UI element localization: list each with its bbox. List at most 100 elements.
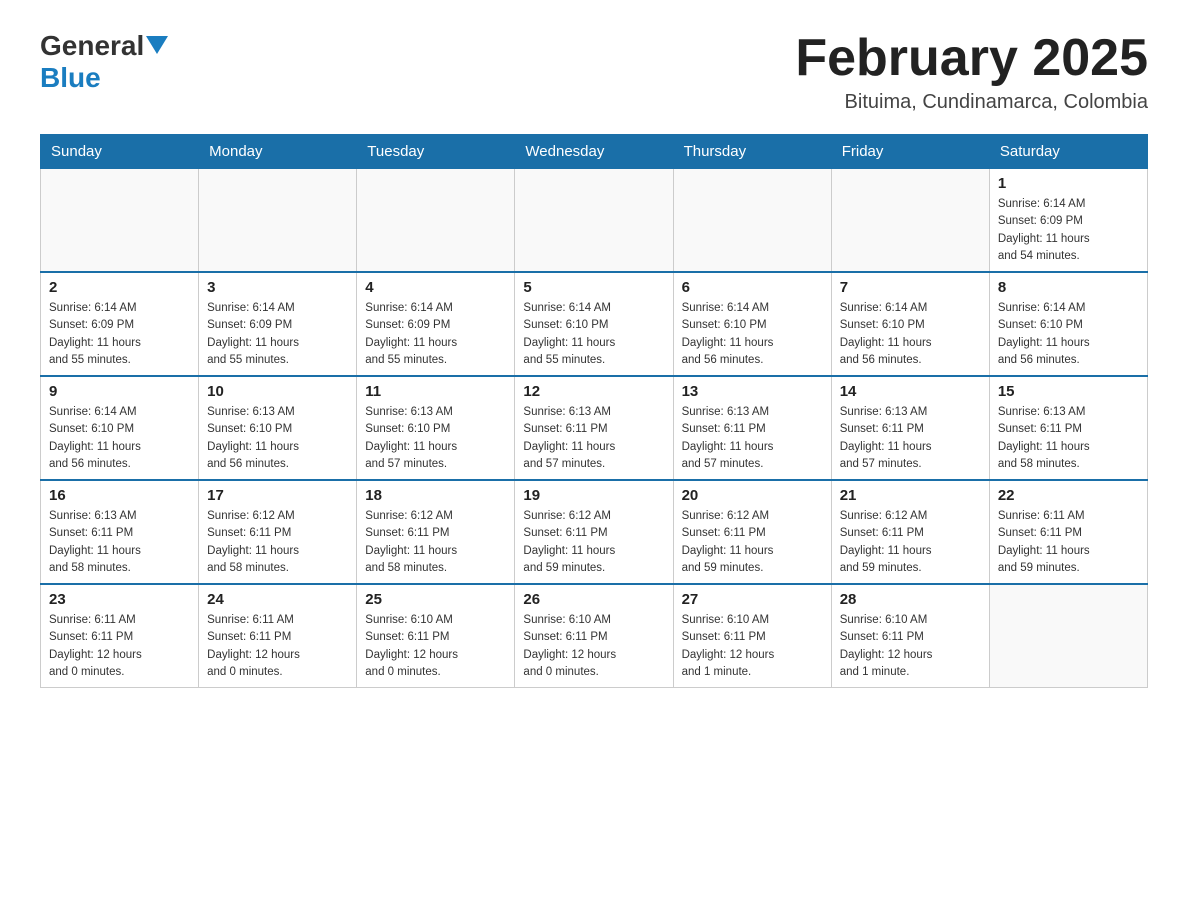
calendar-cell (357, 169, 515, 273)
calendar-cell: 6 Sunrise: 6:14 AM Sunset: 6:10 PM Daylig… (673, 272, 831, 376)
day-info: Sunrise: 6:13 AM Sunset: 6:10 PM Dayligh… (365, 404, 506, 473)
calendar-header-row: SundayMondayTuesdayWednesdayThursdayFrid… (41, 135, 1148, 169)
day-info: Sunrise: 6:13 AM Sunset: 6:11 PM Dayligh… (998, 404, 1139, 473)
day-number: 16 (49, 487, 190, 504)
day-info: Sunrise: 6:14 AM Sunset: 6:10 PM Dayligh… (998, 300, 1139, 369)
day-number: 5 (523, 279, 664, 296)
calendar-cell: 19 Sunrise: 6:12 AM Sunset: 6:11 PM Dayli… (515, 480, 673, 584)
calendar-week-row: 1 Sunrise: 6:14 AM Sunset: 6:09 PM Daylig… (41, 169, 1148, 273)
day-number: 20 (682, 487, 823, 504)
day-info: Sunrise: 6:13 AM Sunset: 6:11 PM Dayligh… (682, 404, 823, 473)
calendar-cell: 16 Sunrise: 6:13 AM Sunset: 6:11 PM Dayli… (41, 480, 199, 584)
day-number: 6 (682, 279, 823, 296)
day-number: 21 (840, 487, 981, 504)
calendar-cell: 28 Sunrise: 6:10 AM Sunset: 6:11 PM Dayli… (831, 584, 989, 688)
calendar-week-row: 2Sunrise: 6:14 AM Sunset: 6:09 PM Daylig… (41, 272, 1148, 376)
weekday-header-tuesday: Tuesday (357, 135, 515, 169)
day-info: Sunrise: 6:13 AM Sunset: 6:11 PM Dayligh… (49, 508, 190, 577)
logo-blue-text: Blue (40, 62, 101, 93)
day-info: Sunrise: 6:14 AM Sunset: 6:10 PM Dayligh… (523, 300, 664, 369)
day-number: 15 (998, 383, 1139, 400)
day-number: 4 (365, 279, 506, 296)
day-info: Sunrise: 6:10 AM Sunset: 6:11 PM Dayligh… (682, 612, 823, 681)
title-area: February 2025 Bituima, Cundinamarca, Col… (795, 30, 1148, 114)
calendar-cell: 22 Sunrise: 6:11 AM Sunset: 6:11 PM Dayli… (989, 480, 1147, 584)
day-info: Sunrise: 6:12 AM Sunset: 6:11 PM Dayligh… (207, 508, 348, 577)
calendar-cell: 8 Sunrise: 6:14 AM Sunset: 6:10 PM Daylig… (989, 272, 1147, 376)
day-number: 22 (998, 487, 1139, 504)
calendar-cell: 26Sunrise: 6:10 AM Sunset: 6:11 PM Dayli… (515, 584, 673, 688)
weekday-header-monday: Monday (199, 135, 357, 169)
calendar-cell: 3 Sunrise: 6:14 AM Sunset: 6:09 PM Daylig… (199, 272, 357, 376)
logo: General Blue (40, 30, 168, 94)
calendar-cell: 25 Sunrise: 6:10 AM Sunset: 6:11 PM Dayli… (357, 584, 515, 688)
day-number: 1 (998, 175, 1139, 192)
calendar-cell: 23 Sunrise: 6:11 AM Sunset: 6:11 PM Dayli… (41, 584, 199, 688)
calendar-cell (515, 169, 673, 273)
calendar-week-row: 9 Sunrise: 6:14 AM Sunset: 6:10 PM Daylig… (41, 376, 1148, 480)
weekday-header-thursday: Thursday (673, 135, 831, 169)
day-info: Sunrise: 6:12 AM Sunset: 6:11 PM Dayligh… (682, 508, 823, 577)
day-number: 26 (523, 591, 664, 608)
calendar-cell (673, 169, 831, 273)
day-info: Sunrise: 6:11 AM Sunset: 6:11 PM Dayligh… (998, 508, 1139, 577)
day-info: Sunrise: 6:14 AM Sunset: 6:09 PM Dayligh… (207, 300, 348, 369)
day-info: Sunrise: 6:10 AM Sunset: 6:11 PM Dayligh… (840, 612, 981, 681)
day-info: Sunrise: 6:13 AM Sunset: 6:11 PM Dayligh… (523, 404, 664, 473)
day-number: 8 (998, 279, 1139, 296)
day-number: 23 (49, 591, 190, 608)
day-number: 18 (365, 487, 506, 504)
calendar-cell: 4 Sunrise: 6:14 AM Sunset: 6:09 PM Daylig… (357, 272, 515, 376)
logo-general-text: General (40, 30, 144, 62)
calendar-cell: 1 Sunrise: 6:14 AM Sunset: 6:09 PM Daylig… (989, 169, 1147, 273)
day-number: 24 (207, 591, 348, 608)
day-number: 10 (207, 383, 348, 400)
calendar-cell: 17 Sunrise: 6:12 AM Sunset: 6:11 PM Dayli… (199, 480, 357, 584)
weekday-header-saturday: Saturday (989, 135, 1147, 169)
calendar-cell: 21 Sunrise: 6:12 AM Sunset: 6:11 PM Dayli… (831, 480, 989, 584)
day-info: Sunrise: 6:11 AM Sunset: 6:11 PM Dayligh… (49, 612, 190, 681)
day-number: 7 (840, 279, 981, 296)
calendar-cell: 11 Sunrise: 6:13 AM Sunset: 6:10 PM Dayli… (357, 376, 515, 480)
day-info: Sunrise: 6:12 AM Sunset: 6:11 PM Dayligh… (365, 508, 506, 577)
calendar-cell: 5 Sunrise: 6:14 AM Sunset: 6:10 PM Daylig… (515, 272, 673, 376)
day-info: Sunrise: 6:10 AM Sunset: 6:11 PM Dayligh… (365, 612, 506, 681)
day-info: Sunrise: 6:12 AM Sunset: 6:11 PM Dayligh… (523, 508, 664, 577)
weekday-header-wednesday: Wednesday (515, 135, 673, 169)
calendar-week-row: 23 Sunrise: 6:11 AM Sunset: 6:11 PM Dayli… (41, 584, 1148, 688)
calendar-week-row: 16 Sunrise: 6:13 AM Sunset: 6:11 PM Dayli… (41, 480, 1148, 584)
weekday-header-sunday: Sunday (41, 135, 199, 169)
calendar-cell: 7Sunrise: 6:14 AM Sunset: 6:10 PM Daylig… (831, 272, 989, 376)
calendar-cell (199, 169, 357, 273)
calendar-subtitle: Bituima, Cundinamarca, Colombia (795, 91, 1148, 114)
day-info: Sunrise: 6:14 AM Sunset: 6:09 PM Dayligh… (49, 300, 190, 369)
day-number: 25 (365, 591, 506, 608)
calendar-cell: 9 Sunrise: 6:14 AM Sunset: 6:10 PM Daylig… (41, 376, 199, 480)
weekday-header-friday: Friday (831, 135, 989, 169)
calendar-title: February 2025 (795, 30, 1148, 87)
calendar-cell: 14Sunrise: 6:13 AM Sunset: 6:11 PM Dayli… (831, 376, 989, 480)
day-number: 11 (365, 383, 506, 400)
day-info: Sunrise: 6:14 AM Sunset: 6:10 PM Dayligh… (682, 300, 823, 369)
day-info: Sunrise: 6:14 AM Sunset: 6:09 PM Dayligh… (365, 300, 506, 369)
day-number: 3 (207, 279, 348, 296)
day-number: 9 (49, 383, 190, 400)
day-number: 19 (523, 487, 664, 504)
day-info: Sunrise: 6:14 AM Sunset: 6:10 PM Dayligh… (49, 404, 190, 473)
day-info: Sunrise: 6:14 AM Sunset: 6:09 PM Dayligh… (998, 196, 1139, 265)
calendar-cell: 13Sunrise: 6:13 AM Sunset: 6:11 PM Dayli… (673, 376, 831, 480)
calendar-cell: 18 Sunrise: 6:12 AM Sunset: 6:11 PM Dayli… (357, 480, 515, 584)
calendar-cell: 20 Sunrise: 6:12 AM Sunset: 6:11 PM Dayli… (673, 480, 831, 584)
day-number: 17 (207, 487, 348, 504)
page-header: General Blue February 2025 Bituima, Cund… (40, 30, 1148, 114)
calendar-cell: 12 Sunrise: 6:13 AM Sunset: 6:11 PM Dayli… (515, 376, 673, 480)
day-info: Sunrise: 6:12 AM Sunset: 6:11 PM Dayligh… (840, 508, 981, 577)
day-number: 12 (523, 383, 664, 400)
day-info: Sunrise: 6:11 AM Sunset: 6:11 PM Dayligh… (207, 612, 348, 681)
calendar-cell: 24 Sunrise: 6:11 AM Sunset: 6:11 PM Dayli… (199, 584, 357, 688)
calendar-cell: 15 Sunrise: 6:13 AM Sunset: 6:11 PM Dayli… (989, 376, 1147, 480)
calendar-cell (41, 169, 199, 273)
calendar-table: SundayMondayTuesdayWednesdayThursdayFrid… (40, 134, 1148, 688)
day-number: 28 (840, 591, 981, 608)
calendar-cell: 27Sunrise: 6:10 AM Sunset: 6:11 PM Dayli… (673, 584, 831, 688)
